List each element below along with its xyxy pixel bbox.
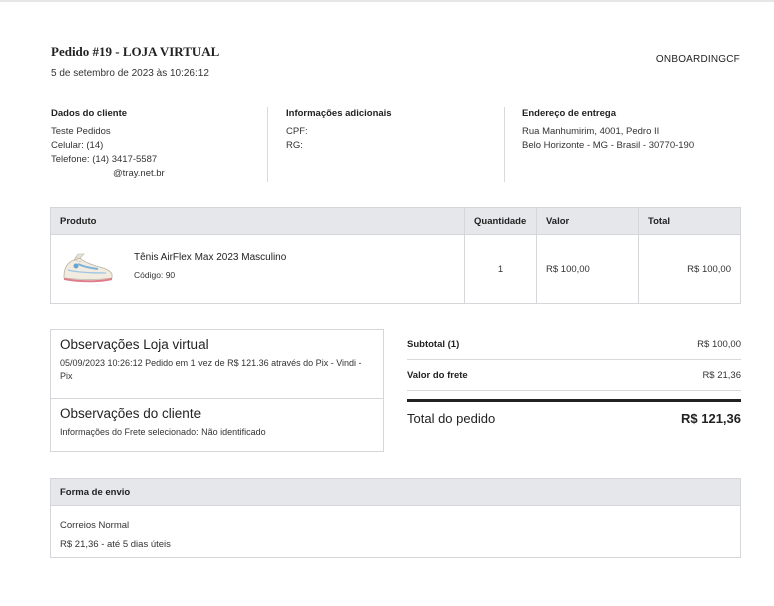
rg-field: RG: <box>286 140 303 151</box>
sneaker-icon <box>63 253 113 283</box>
product-name: Tênis AirFlex Max 2023 Masculino <box>134 252 287 263</box>
store-observations-heading: Observações Loja virtual <box>60 337 209 352</box>
shipping-method-heading: Forma de envio <box>51 479 740 506</box>
product-code: Código: 90 <box>134 270 286 280</box>
store-code: ONBOARDINGCF <box>655 54 740 65</box>
products-header-row: Produto Quantidade Valor Total <box>50 207 741 235</box>
delivery-address: Endereço de entrega Rua Manhumirim, 4001… <box>522 107 742 182</box>
shipping-method-box: Forma de envio Correios Normal R$ 21,36 … <box>50 478 741 558</box>
shipping-cost-row: Valor do frete R$ 21,36 <box>407 360 741 391</box>
additional-info: Informações adicionais CPF: RG: <box>286 107 505 182</box>
col-header-total: Total <box>638 207 741 235</box>
grand-total-value: R$ 121,36 <box>681 410 741 426</box>
client-observations-text: Informações do Frete selecionado: Não id… <box>60 427 266 437</box>
shipping-method-name: Correios Normal <box>60 520 130 531</box>
store-observations: Observações Loja virtual 05/09/2023 10:2… <box>51 330 383 399</box>
product-code-value: 90 <box>165 270 176 280</box>
col-header-product: Produto <box>50 207 465 235</box>
customer-name: Teste Pedidos <box>51 126 111 137</box>
cpf-field: CPF: <box>286 126 308 137</box>
customer-email: @tray.net.br <box>113 168 165 179</box>
customer-phone: Telefone: (14) 3417-5587 <box>51 154 158 165</box>
product-total: R$ 100,00 <box>638 234 741 304</box>
subtotal-row: Subtotal (1) R$ 100,00 <box>407 329 741 360</box>
client-observations-heading: Observações do cliente <box>60 406 202 421</box>
product-value: R$ 100,00 <box>536 234 639 304</box>
grand-total-row: Total do pedido R$ 121,36 <box>407 402 741 434</box>
customer-heading: Dados do cliente <box>51 108 128 119</box>
col-header-quantity: Quantidade <box>464 207 537 235</box>
products-table: Produto Quantidade Valor Total Tênis Air… <box>50 207 741 304</box>
product-cell: Tênis AirFlex Max 2023 Masculino Código:… <box>50 234 465 304</box>
shipping-method-details: R$ 21,36 - até 5 dias úteis <box>60 539 171 550</box>
top-border <box>0 0 774 2</box>
order-totals: Subtotal (1) R$ 100,00 Valor do frete R$… <box>407 329 741 434</box>
customer-info: Dados do cliente Teste Pedidos Celular: … <box>51 107 268 182</box>
delivery-line2: Belo Horizonte - MG - Brasil - 30770-190 <box>522 140 695 151</box>
client-observations: Observações do cliente Informações do Fr… <box>51 399 383 446</box>
order-date: 5 de setembro de 2023 às 10:26:12 <box>51 68 209 79</box>
product-quantity: 1 <box>464 234 537 304</box>
grand-total-label: Total do pedido <box>407 410 496 426</box>
shipping-cost-value: R$ 21,36 <box>702 369 741 381</box>
page-title: Pedido #19 - LOJA VIRTUAL <box>51 44 220 59</box>
subtotal-value: R$ 100,00 <box>697 338 741 350</box>
observations-box: Observações Loja virtual 05/09/2023 10:2… <box>50 329 384 452</box>
delivery-heading: Endereço de entrega <box>522 108 616 119</box>
subtotal-label: Subtotal (1) <box>407 338 460 350</box>
product-code-label: Código: <box>134 270 164 280</box>
shipping-method-body: Correios Normal R$ 21,36 - até 5 dias út… <box>51 506 740 564</box>
table-row: Tênis AirFlex Max 2023 Masculino Código:… <box>50 234 741 304</box>
store-observations-text: 05/09/2023 10:26:12 Pedido em 1 vez de R… <box>60 358 362 381</box>
col-header-value: Valor <box>536 207 639 235</box>
delivery-line1: Rua Manhumirim, 4001, Pedro II <box>522 126 660 137</box>
additional-heading: Informações adicionais <box>286 108 392 119</box>
shipping-cost-label: Valor do frete <box>407 369 468 381</box>
customer-cellphone: Celular: (14) <box>51 140 104 151</box>
